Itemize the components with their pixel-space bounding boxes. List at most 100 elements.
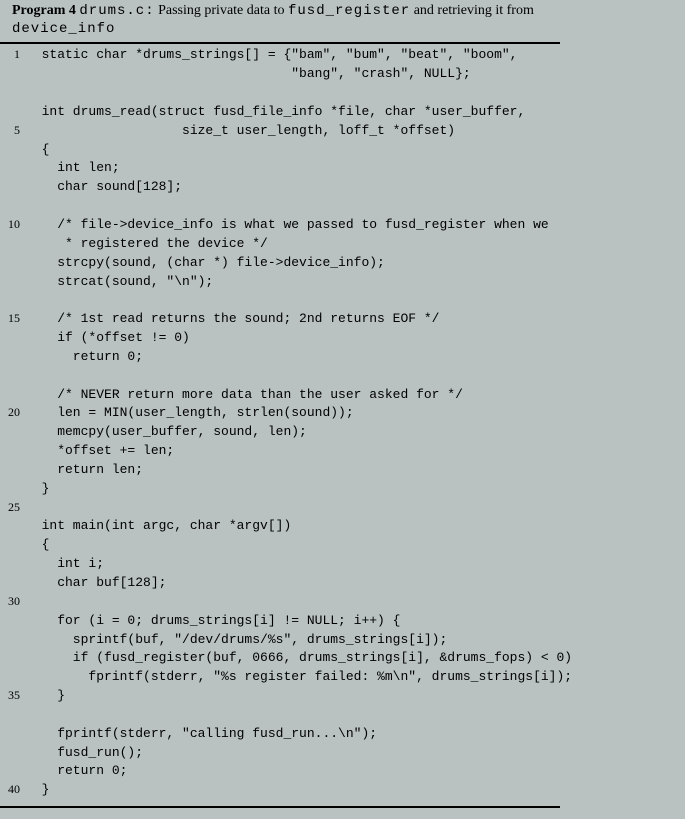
line-number (0, 84, 26, 103)
line-number (0, 442, 26, 461)
code-line (0, 706, 685, 725)
page: Program 4 drums.c: Passing private data … (0, 0, 685, 808)
line-number (0, 668, 26, 687)
code-listing: 1 static char *drums_strings[] = {"bam",… (0, 44, 685, 800)
code-text: /* NEVER return more data than the user … (26, 386, 463, 405)
line-number (0, 329, 26, 348)
code-text: /* file->device_info is what we passed t… (26, 216, 549, 235)
code-line: int drums_read(struct fusd_file_info *fi… (0, 103, 685, 122)
code-text: static char *drums_strings[] = {"bam", "… (26, 46, 517, 65)
program-label: Program 4 (12, 3, 76, 18)
line-number (0, 725, 26, 744)
code-line (0, 291, 685, 310)
line-number (0, 159, 26, 178)
code-line: return len; (0, 461, 685, 480)
code-text: fusd_run(); (26, 744, 143, 763)
code-text (26, 499, 42, 518)
line-number (0, 612, 26, 631)
code-line: 20 len = MIN(user_length, strlen(sound))… (0, 404, 685, 423)
line-number (0, 103, 26, 122)
line-number (0, 178, 26, 197)
code-text: * registered the device */ (26, 235, 268, 254)
code-line: fprintf(stderr, "%s register failed: %m\… (0, 668, 685, 687)
line-number (0, 423, 26, 442)
code-text: *offset += len; (26, 442, 174, 461)
code-line: strcpy(sound, (char *) file->device_info… (0, 254, 685, 273)
line-number: 10 (0, 216, 26, 235)
code-line: 25 (0, 499, 685, 518)
line-number: 5 (0, 122, 26, 141)
code-line: if (fusd_register(buf, 0666, drums_strin… (0, 649, 685, 668)
code-text (26, 197, 42, 216)
code-text: } (26, 781, 49, 800)
code-text (26, 593, 42, 612)
code-text: for (i = 0; drums_strings[i] != NULL; i+… (26, 612, 400, 631)
code-text: { (26, 141, 49, 160)
program-code-2: device_info (12, 21, 115, 37)
code-line: char sound[128]; (0, 178, 685, 197)
code-line: sprintf(buf, "/dev/drums/%s", drums_stri… (0, 631, 685, 650)
line-number (0, 197, 26, 216)
line-number: 35 (0, 687, 26, 706)
code-text: len = MIN(user_length, strlen(sound)); (26, 404, 354, 423)
program-desc-mid: and retrieving it from (410, 3, 534, 18)
code-text: int main(int argc, char *argv[]) (26, 517, 291, 536)
line-number (0, 461, 26, 480)
line-number (0, 348, 26, 367)
code-text: } (26, 480, 49, 499)
line-number (0, 706, 26, 725)
line-number (0, 65, 26, 84)
code-text: int i; (26, 555, 104, 574)
code-text: if (fusd_register(buf, 0666, drums_strin… (26, 649, 572, 668)
line-number: 15 (0, 310, 26, 329)
code-line: 1 static char *drums_strings[] = {"bam",… (0, 46, 685, 65)
line-number (0, 291, 26, 310)
code-line: * registered the device */ (0, 235, 685, 254)
line-number: 30 (0, 593, 26, 612)
code-text: sprintf(buf, "/dev/drums/%s", drums_stri… (26, 631, 447, 650)
code-line: 40 } (0, 781, 685, 800)
line-number (0, 574, 26, 593)
program-desc-before: Passing private data to (158, 3, 288, 18)
code-line: 35 } (0, 687, 685, 706)
code-line: fusd_run(); (0, 744, 685, 763)
code-line (0, 367, 685, 386)
code-text: int len; (26, 159, 120, 178)
program-code-1: fusd_register (288, 3, 410, 19)
line-number (0, 517, 26, 536)
line-number: 40 (0, 781, 26, 800)
code-line: 10 /* file->device_info is what we passe… (0, 216, 685, 235)
rule-bottom (0, 806, 560, 808)
line-number (0, 631, 26, 650)
line-number (0, 141, 26, 160)
code-text: return len; (26, 461, 143, 480)
code-text: memcpy(user_buffer, sound, len); (26, 423, 307, 442)
line-number: 20 (0, 404, 26, 423)
code-text: int drums_read(struct fusd_file_info *fi… (26, 103, 525, 122)
code-text: strcpy(sound, (char *) file->device_info… (26, 254, 385, 273)
code-line: if (*offset != 0) (0, 329, 685, 348)
line-number (0, 480, 26, 499)
code-line: fprintf(stderr, "calling fusd_run...\n")… (0, 725, 685, 744)
code-line: for (i = 0; drums_strings[i] != NULL; i+… (0, 612, 685, 631)
code-line: 15 /* 1st read returns the sound; 2nd re… (0, 310, 685, 329)
code-line (0, 84, 685, 103)
line-number (0, 649, 26, 668)
code-text: } (26, 687, 65, 706)
code-text: if (*offset != 0) (26, 329, 190, 348)
line-number (0, 386, 26, 405)
code-text (26, 367, 42, 386)
code-text: char sound[128]; (26, 178, 182, 197)
code-text: fprintf(stderr, "%s register failed: %m\… (26, 668, 572, 687)
code-line: int i; (0, 555, 685, 574)
program-filename: drums.c: (79, 3, 154, 19)
code-line: /* NEVER return more data than the user … (0, 386, 685, 405)
code-line: return 0; (0, 762, 685, 781)
line-number (0, 367, 26, 386)
line-number (0, 762, 26, 781)
code-line: "bang", "crash", NULL}; (0, 65, 685, 84)
line-number (0, 744, 26, 763)
code-line: strcat(sound, "\n"); (0, 273, 685, 292)
code-line: char buf[128]; (0, 574, 685, 593)
code-text: /* 1st read returns the sound; 2nd retur… (26, 310, 439, 329)
